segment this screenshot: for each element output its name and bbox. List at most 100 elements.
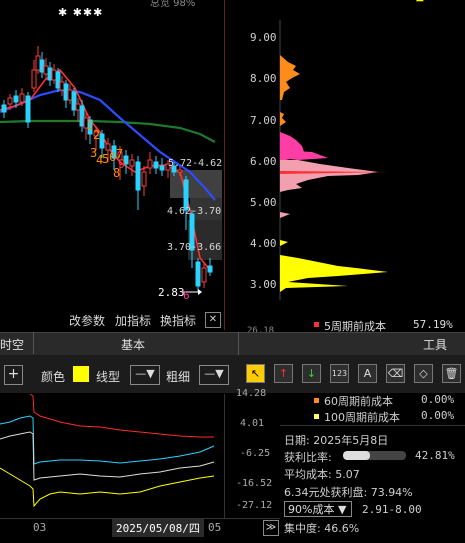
last-wave-marker: 6 xyxy=(183,289,190,302)
price-tick: 4.00 xyxy=(250,237,277,250)
cost-range: 2.91-8.00 xyxy=(362,503,422,516)
price-tick: 7.00 xyxy=(250,114,277,127)
indicator-divider xyxy=(224,394,225,518)
shape-eraser-icon[interactable]: ◇ xyxy=(414,364,433,383)
chip-orange xyxy=(280,55,300,100)
candle-body xyxy=(129,159,135,167)
row60-bullet xyxy=(314,398,319,403)
avg-cost: 平均成本: 5.07 xyxy=(284,468,360,481)
indicator-chart[interactable] xyxy=(0,394,224,518)
candle-body xyxy=(19,93,25,103)
candle-body xyxy=(147,159,153,169)
range-label-3: 3.70-3.66 xyxy=(167,242,222,253)
low-price-label: 2.83 xyxy=(158,286,185,299)
candle-body xyxy=(31,69,37,89)
candle-body xyxy=(51,69,57,81)
cost-select[interactable]: 90%成本 ▼ xyxy=(284,501,352,517)
width-label: 粗细 xyxy=(166,370,191,384)
row60-value: 0.00% xyxy=(421,393,455,406)
range-label-1: 5.72-4.62 xyxy=(168,158,223,169)
range-box-1 xyxy=(170,170,222,198)
candle-body xyxy=(195,261,201,287)
candle-body xyxy=(55,71,61,89)
red-up-arrow-icon[interactable]: ↑ xyxy=(274,364,293,383)
candle-body xyxy=(67,89,73,101)
candle-body xyxy=(7,97,13,105)
scroll-forward-button[interactable]: ≫ xyxy=(263,520,279,536)
profit-ratio-label: 获利比率: xyxy=(284,451,332,464)
candle-body xyxy=(75,103,81,111)
chip-legend-value: 57.19% xyxy=(413,318,453,331)
chip-orange-2 xyxy=(280,112,286,126)
candle-body xyxy=(141,171,147,187)
add-button[interactable]: + xyxy=(4,365,23,385)
header-divider xyxy=(33,332,34,354)
line-type-select[interactable]: —▼ xyxy=(130,365,160,385)
concentration: 集中度: 46.6% xyxy=(284,522,360,535)
switch-indicator-link[interactable]: 换指标 xyxy=(160,312,196,329)
candle-body xyxy=(13,95,19,103)
chart-divider xyxy=(224,0,225,330)
candle-body xyxy=(71,91,77,111)
wave-number-9: 9 xyxy=(118,157,126,171)
color-label: 颜色 xyxy=(41,370,66,384)
add-indicator-link[interactable]: 加指标 xyxy=(115,312,151,329)
indicator-red-line xyxy=(29,394,214,438)
trash-icon[interactable]: 🗑 xyxy=(442,364,461,383)
text-tool-icon[interactable]: A xyxy=(358,364,377,383)
chip-yellow xyxy=(280,255,388,292)
candle-body xyxy=(135,161,141,191)
indicator-tick: 14.28 xyxy=(236,388,267,399)
line-type-label: 线型 xyxy=(96,370,121,384)
bottom-axis-left: 03 xyxy=(33,521,47,534)
close-icon[interactable]: ✕ xyxy=(205,312,221,328)
candle-body xyxy=(207,265,213,273)
candle-body xyxy=(79,105,85,127)
row100-label: 100周期前成本 xyxy=(324,411,400,424)
eraser-icon[interactable]: ⌫ xyxy=(386,364,405,383)
indicator-cyan-line xyxy=(0,415,215,465)
green-down-arrow-icon[interactable]: ↓ xyxy=(302,364,321,383)
indicator-tick: -16.52 xyxy=(236,478,273,489)
candle-body xyxy=(153,161,159,169)
candles xyxy=(1,46,213,292)
info-separator xyxy=(280,425,465,426)
section-tab-left-partial[interactable]: 时空 xyxy=(0,336,24,353)
indicator-tick: 4.01 xyxy=(240,418,265,429)
candle-body xyxy=(99,133,105,149)
indicator-tick: -27.12 xyxy=(236,500,273,511)
candle-body xyxy=(25,95,31,123)
candle-body xyxy=(201,267,207,283)
section-tab-tools[interactable]: 工具 xyxy=(423,336,447,353)
candle-body xyxy=(39,59,45,73)
chip-pink-3 xyxy=(280,150,328,160)
chip-pink-4 xyxy=(280,212,290,218)
indicator-yellow-line xyxy=(0,467,215,508)
row100-value: 0.00% xyxy=(421,409,455,422)
chip-date: 日期: 2025年5月8日 xyxy=(284,434,389,447)
row60-label: 60周期前成本 xyxy=(324,395,393,408)
modify-params-link[interactable]: 改参数 xyxy=(69,312,105,329)
profit-ratio-bar xyxy=(343,451,406,460)
chip-yellow-2 xyxy=(280,240,288,246)
range-label-2: 4.62-3.70 xyxy=(167,206,222,217)
chip-lightpink xyxy=(280,160,378,192)
candle-body xyxy=(159,165,165,171)
row100-bullet xyxy=(314,414,319,419)
profit-at-price: 6.34元处获利盘: 73.94% xyxy=(284,486,413,499)
candle-body xyxy=(43,65,49,75)
section-header-bar xyxy=(0,332,465,356)
price-tick: 8.00 xyxy=(250,72,277,85)
profit-ratio-value: 42.81% xyxy=(415,449,455,462)
width-select[interactable]: —▼ xyxy=(199,365,229,385)
indicator-tick: -6.25 xyxy=(240,448,271,459)
price-tick: 6.00 xyxy=(250,155,277,168)
cursor-arrow-icon[interactable]: ↖ xyxy=(246,364,265,383)
candle-body xyxy=(63,83,69,101)
number-label-icon[interactable]: 123 xyxy=(330,364,349,383)
price-tick: 9.00 xyxy=(250,31,277,44)
color-swatch[interactable] xyxy=(73,366,89,382)
price-tick: 5.00 xyxy=(250,196,277,209)
wave-number-2: 2 xyxy=(93,128,101,142)
section-tab-basic[interactable]: 基本 xyxy=(121,336,145,353)
